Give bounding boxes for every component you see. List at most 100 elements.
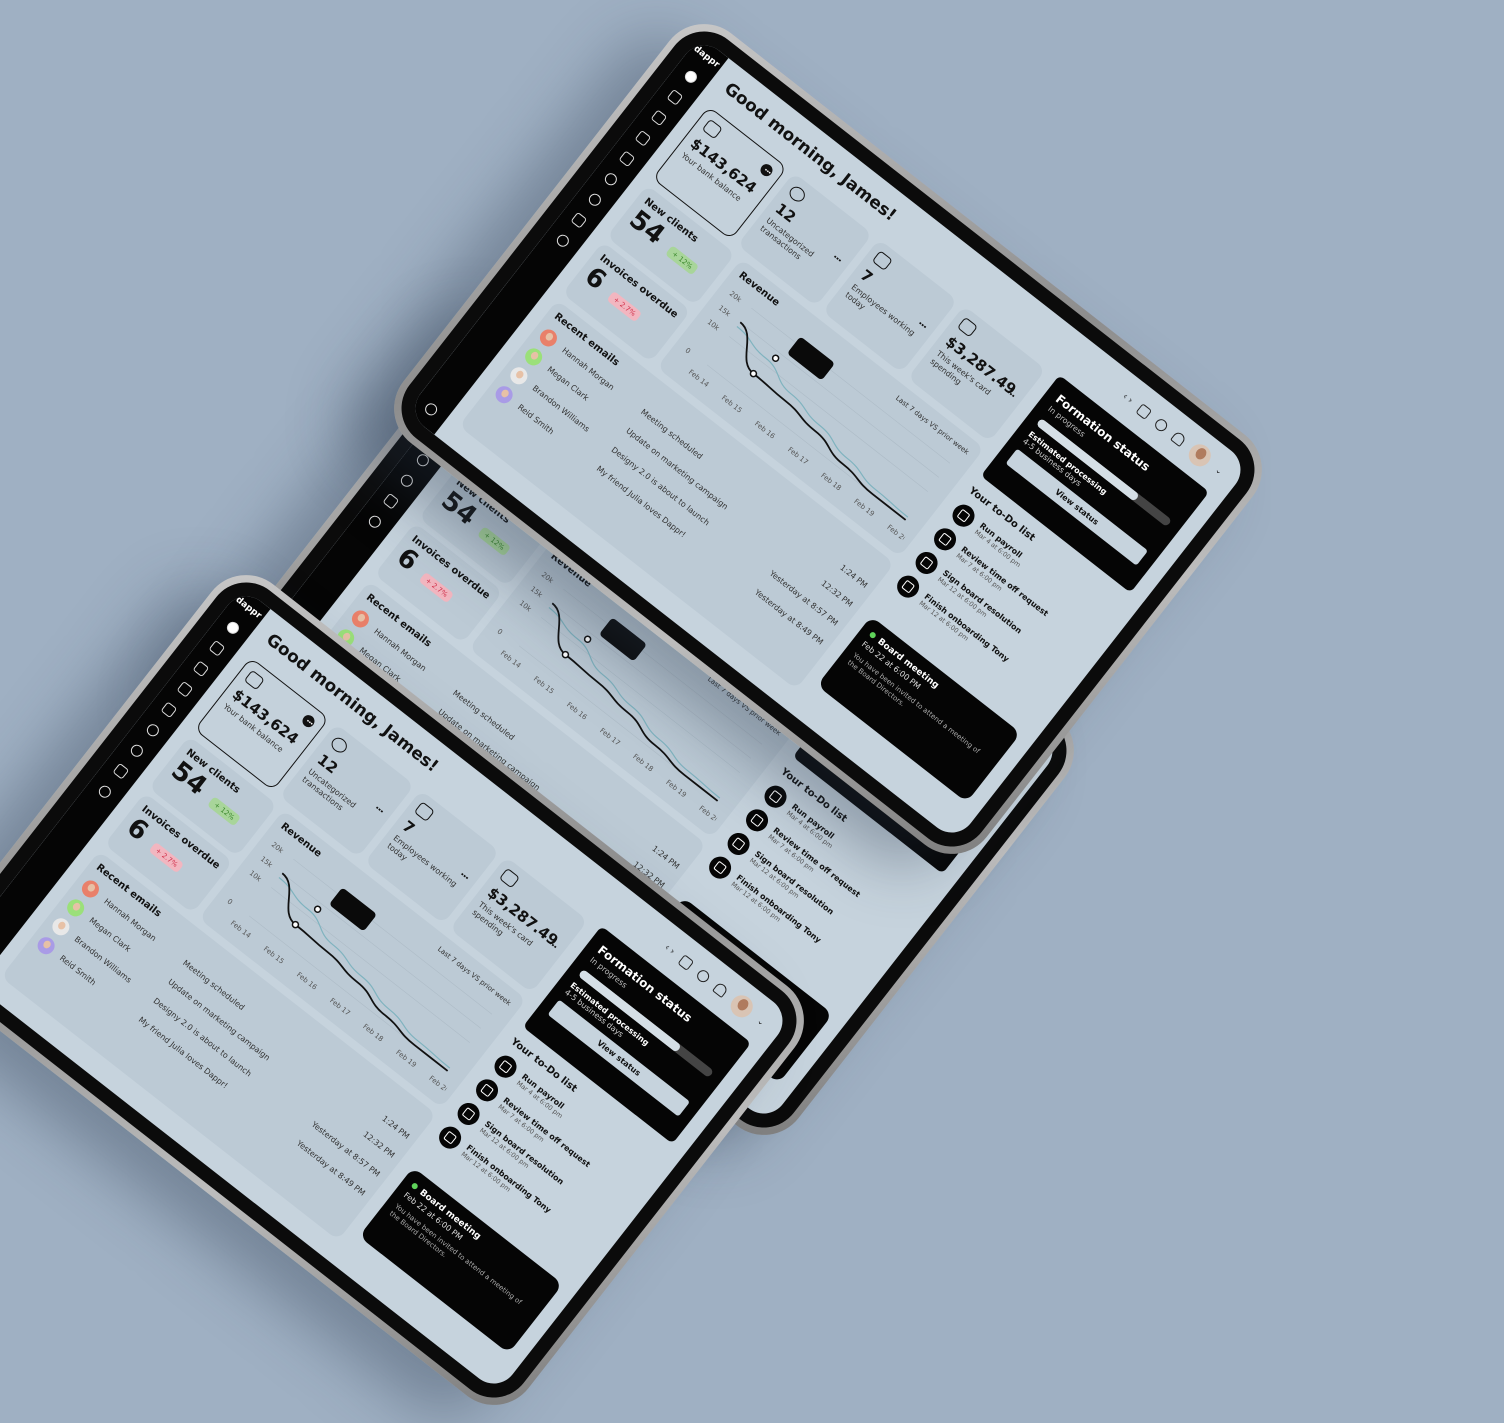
status-dot — [869, 631, 877, 639]
add-user-icon[interactable] — [366, 513, 383, 530]
more-options-icon[interactable]: ⋮ — [758, 162, 775, 179]
y-tick-label: 20k — [270, 841, 286, 856]
wallet-icon — [702, 119, 723, 140]
y-tick-label: 15k — [529, 585, 545, 600]
change-badge: + 2.7% — [607, 290, 643, 322]
bell-icon[interactable] — [1170, 430, 1187, 447]
y-tick-label: 10k — [248, 869, 264, 884]
x-tick-label: Feb 18 — [819, 472, 842, 493]
task-icon — [705, 852, 736, 883]
home-icon[interactable] — [666, 89, 683, 106]
home-icon[interactable] — [208, 640, 225, 657]
more-options-icon[interactable]: ⋮ — [300, 713, 317, 730]
add-user-icon[interactable] — [96, 783, 113, 800]
expand-icon[interactable]: ‹ › — [662, 943, 676, 957]
clock-icon[interactable] — [224, 619, 241, 636]
task-icon — [742, 805, 773, 836]
wallet-icon — [244, 670, 265, 691]
task-icon — [435, 1122, 466, 1153]
change-badge: + 12% — [208, 796, 242, 826]
chat-icon[interactable] — [695, 968, 712, 985]
avatar — [492, 382, 516, 406]
x-tick-label: Feb 14 — [229, 919, 253, 940]
task-icon — [948, 500, 979, 531]
app-logo[interactable]: dappr — [233, 595, 263, 621]
task-icon — [490, 1051, 521, 1082]
y-tick-label: 15k — [259, 855, 275, 870]
chat-icon[interactable] — [1153, 417, 1170, 434]
bank-icon[interactable] — [176, 681, 193, 698]
bank-icon[interactable] — [634, 130, 651, 147]
x-tick-label: Feb 18 — [361, 1023, 384, 1044]
highlight-point-prior — [771, 354, 779, 362]
change-badge: + 2.7% — [149, 841, 185, 873]
task-icon — [472, 1075, 503, 1106]
avatar — [34, 933, 58, 957]
change-badge: + 12% — [478, 526, 512, 556]
documents-icon[interactable] — [650, 109, 667, 126]
calendar-icon[interactable] — [1136, 403, 1153, 420]
highlight-point-prior — [583, 635, 591, 643]
x-tick-label: Feb 15 — [262, 945, 285, 966]
y-tick-label: 15k — [717, 304, 733, 319]
task-icon — [723, 829, 754, 860]
card-spending-icon — [957, 317, 978, 338]
chevron-down-icon[interactable]: ⌄ — [1214, 465, 1225, 476]
highlight-point-prior — [313, 905, 321, 913]
y-tick-label: 20k — [728, 290, 744, 305]
user-avatar[interactable] — [727, 991, 758, 1022]
x-tick-label: Feb 15 — [532, 675, 555, 696]
clock-icon[interactable] — [682, 68, 699, 85]
y-tick-label: 0 — [225, 897, 233, 906]
calendar-icon[interactable] — [678, 954, 695, 971]
calendar-icon[interactable] — [618, 150, 635, 167]
chat-icon[interactable] — [112, 763, 129, 780]
x-tick-label: Feb 14 — [687, 368, 711, 389]
x-tick-label: Feb 19 — [852, 497, 875, 518]
status-dot — [411, 1182, 419, 1190]
x-tick-label: Feb 20 — [885, 523, 908, 544]
x-tick-label: Feb 15 — [720, 394, 743, 415]
x-tick-label: Feb 16 — [565, 701, 589, 722]
y-tick-label: 10k — [706, 318, 722, 333]
chat-icon[interactable] — [570, 212, 587, 229]
documents-icon[interactable] — [192, 660, 209, 677]
x-tick-label: Feb 16 — [295, 971, 319, 992]
chevron-down-icon[interactable]: ⌄ — [756, 1016, 767, 1027]
x-tick-label: Feb 19 — [664, 778, 687, 799]
pie-chart-icon — [787, 184, 808, 205]
x-tick-label: Feb 20 — [697, 804, 720, 825]
card-spending-icon — [499, 868, 520, 889]
target-icon[interactable] — [602, 171, 619, 188]
user-avatar[interactable] — [1185, 440, 1216, 471]
employees-icon — [872, 250, 893, 271]
x-tick-label: Feb 20 — [427, 1074, 450, 1095]
y-tick-label: 20k — [540, 571, 556, 586]
task-icon — [930, 524, 961, 555]
task-icon — [453, 1099, 484, 1130]
x-tick-label: Feb 19 — [394, 1048, 417, 1069]
x-tick-label: Feb 17 — [328, 997, 351, 1018]
calendar-icon[interactable] — [160, 701, 177, 718]
app-logo[interactable]: dappr — [691, 44, 721, 70]
gear-icon[interactable] — [423, 401, 440, 418]
expand-icon[interactable]: ‹ › — [1120, 392, 1134, 406]
bell-icon[interactable] — [712, 981, 729, 998]
x-tick-label: Feb 18 — [631, 753, 654, 774]
x-tick-label: Feb 16 — [753, 420, 777, 441]
apps-icon[interactable] — [398, 472, 415, 489]
apps-icon[interactable] — [128, 742, 145, 759]
chat-icon[interactable] — [382, 493, 399, 510]
employees-icon — [414, 801, 435, 822]
task-icon — [911, 548, 942, 579]
change-badge: + 12% — [666, 245, 700, 275]
target-icon[interactable] — [144, 722, 161, 739]
add-user-icon[interactable] — [554, 232, 571, 249]
task-icon — [760, 781, 791, 812]
task-icon — [893, 571, 924, 602]
apps-icon[interactable] — [586, 191, 603, 208]
y-tick-label: 0 — [495, 627, 503, 636]
y-tick-label: 10k — [518, 599, 534, 614]
change-badge: + 2.7% — [419, 571, 455, 603]
x-tick-label: Feb 17 — [598, 727, 621, 748]
